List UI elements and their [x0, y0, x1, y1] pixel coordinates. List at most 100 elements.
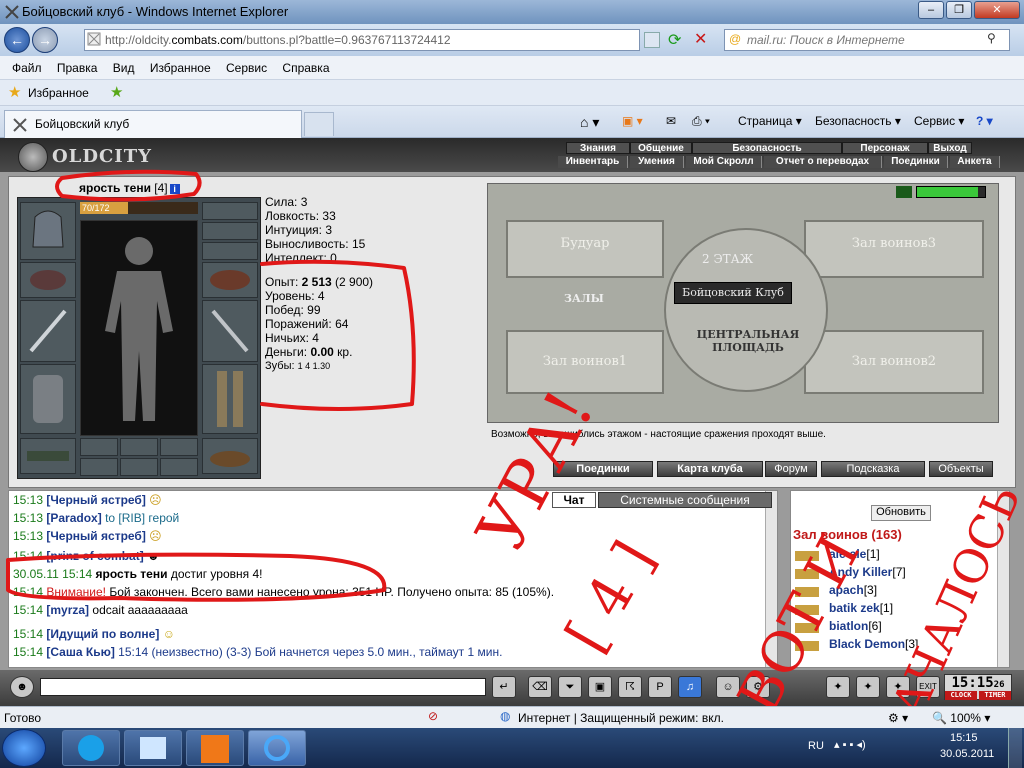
chat-head-icon[interactable]: ☻	[10, 676, 34, 698]
nav-my-scroll[interactable]: Мой Скролл	[686, 156, 762, 168]
halls-label[interactable]: ЗАЛЫ	[564, 292, 604, 305]
hint-button[interactable]: Подсказка	[821, 461, 925, 477]
user-action-icons[interactable]	[795, 551, 819, 651]
character-name[interactable]: ярость тени [4] i	[79, 181, 180, 195]
notes-icon[interactable]: ♫	[678, 676, 702, 698]
nav-exit[interactable]: Выход	[928, 142, 972, 154]
chat-input[interactable]	[40, 678, 486, 696]
forum-button[interactable]: Форум	[765, 461, 817, 477]
slot-legs[interactable]	[202, 364, 258, 434]
slot-armor[interactable]	[20, 364, 76, 434]
chat-nick[interactable]: [prinz of combat]	[46, 549, 143, 563]
mail-icon[interactable]: ✉	[666, 114, 676, 128]
compat-view-icon[interactable]	[644, 32, 660, 48]
nav-profile[interactable]: Анкета	[950, 156, 1000, 168]
menu-tools[interactable]: Сервис	[226, 56, 267, 75]
favorites-button[interactable]: Избранное	[28, 86, 89, 100]
page-menu-button[interactable]: Страница ▾	[738, 114, 802, 128]
print-icon[interactable]: ⎙ ▾	[692, 114, 710, 129]
chat-nick[interactable]: [myrza]	[46, 603, 89, 617]
menu-favorites[interactable]: Избранное	[150, 56, 211, 75]
club-button[interactable]: Бойцовский Клуб	[674, 282, 792, 304]
browser-tab-active[interactable]: Бойцовский клуб	[4, 110, 302, 138]
blocked-icon[interactable]: ⊘	[428, 709, 438, 723]
chat-scrollbar[interactable]	[765, 491, 777, 667]
filter-icon[interactable]: ⏷	[558, 676, 582, 698]
nav-battles[interactable]: Поединки	[884, 156, 948, 168]
slot-gloves[interactable]	[202, 262, 258, 298]
search-input[interactable]: @ mail.ru: Поиск в Интернете ⚲	[724, 29, 1010, 51]
minimize-button[interactable]: –	[918, 1, 944, 19]
action-icon-2[interactable]: ✦	[856, 676, 880, 698]
add-favorite-icon[interactable]: ★	[110, 83, 123, 101]
slot-small-5[interactable]	[120, 458, 158, 476]
battles-button[interactable]: Поединки	[553, 461, 653, 477]
help-icon[interactable]: ? ▾	[976, 114, 993, 128]
user-entry[interactable]: Black Demon[3]	[829, 637, 918, 651]
central-square-label[interactable]: ЦЕНТРАЛЬНАЯ ПЛОЩАДЬ	[678, 328, 818, 354]
slot-small-1[interactable]	[80, 438, 118, 456]
menu-file[interactable]: Файл	[12, 56, 42, 75]
home-icon[interactable]: ⌂ ▾	[580, 114, 599, 131]
eraser-icon[interactable]: ⌫	[528, 676, 552, 698]
smiley-icon[interactable]: ☺	[716, 676, 740, 698]
nav-knowledge[interactable]: Знания	[566, 142, 630, 154]
maximize-button[interactable]: ❐	[946, 1, 972, 19]
action-icon-3[interactable]: ✦	[886, 676, 910, 698]
send-icon[interactable]: ↵	[492, 676, 516, 698]
room-warriors-3[interactable]: Зал воинов3	[804, 220, 984, 278]
user-entry[interactable]: Andy Killer[7]	[829, 565, 906, 579]
settings-icon[interactable]: ⚙	[746, 676, 770, 698]
refresh-users-button[interactable]: Обновить	[871, 505, 931, 521]
tab-system-messages[interactable]: Системные сообщения	[598, 492, 772, 508]
slot-ring-row2[interactable]	[202, 222, 258, 240]
slot-boots[interactable]	[202, 438, 258, 474]
user-entry[interactable]: ale-ale[1]	[829, 547, 880, 561]
map-refresh-icon[interactable]	[896, 186, 912, 198]
protected-mode-icon[interactable]: ⚙ ▾	[888, 711, 908, 725]
slot-offhand[interactable]	[202, 300, 258, 362]
address-input[interactable]: http://oldcity.combats.com/buttons.pl?ba…	[84, 29, 640, 51]
slot-small-4[interactable]	[80, 458, 118, 476]
slot-small-3[interactable]	[160, 438, 198, 456]
private-icon[interactable]: P	[648, 676, 672, 698]
menu-edit[interactable]: Правка	[57, 56, 98, 75]
users-scrollbar[interactable]	[997, 491, 1009, 667]
rss-icon[interactable]: ▣ ▾	[622, 114, 643, 128]
room-boudoir[interactable]: Будуар	[506, 220, 664, 278]
taskbar-notes[interactable]	[124, 730, 182, 766]
security-menu-button[interactable]: Безопасность ▾	[815, 114, 901, 128]
action-icon-1[interactable]: ✦	[826, 676, 850, 698]
slot-belt[interactable]	[20, 438, 76, 474]
user-entry[interactable]: biatlon[6]	[829, 619, 882, 633]
slot-ring-row3[interactable]	[202, 242, 258, 260]
new-tab-button[interactable]	[304, 112, 334, 136]
taskbar-ie[interactable]	[248, 730, 306, 766]
nav-transfer-report[interactable]: Отчет о переводах	[764, 156, 882, 168]
show-desktop-button[interactable]	[1008, 728, 1022, 768]
menu-view[interactable]: Вид	[113, 56, 135, 75]
tray-icons[interactable]: ▴ ▪ ▪ ◂)	[834, 738, 866, 751]
chat-nick[interactable]: ярость тени	[96, 567, 168, 581]
slot-small-2[interactable]	[120, 438, 158, 456]
slot-helmet[interactable]	[20, 202, 76, 260]
language-indicator[interactable]: RU	[808, 740, 824, 752]
user-entry[interactable]: apach[3]	[829, 583, 877, 597]
nav-security[interactable]: Безопасность	[692, 142, 842, 154]
info-icon[interactable]: i	[169, 183, 180, 194]
room-warriors-2[interactable]: Зал воинов2	[804, 330, 984, 394]
walk-icon[interactable]: ☈	[618, 676, 642, 698]
chat-nick[interactable]: [Черный ястреб]	[46, 493, 145, 507]
forward-button[interactable]: →	[32, 27, 58, 53]
nav-skills[interactable]: Умения	[630, 156, 684, 168]
chat-nick[interactable]: [Саша Кью]	[46, 645, 114, 659]
club-map-button[interactable]: Карта клуба	[657, 461, 763, 477]
slot-weapon[interactable]	[20, 300, 76, 362]
room-warriors-1[interactable]: Зал воинов1	[506, 330, 664, 394]
save-icon[interactable]: ▣	[588, 676, 612, 698]
nav-inventory[interactable]: Инвентарь	[558, 156, 628, 168]
taskbar-orange[interactable]	[186, 730, 244, 766]
menu-help[interactable]: Справка	[282, 56, 329, 75]
chat-nick[interactable]: [Paradox]	[46, 511, 101, 525]
refresh-icon[interactable]: ⟳	[668, 30, 681, 50]
